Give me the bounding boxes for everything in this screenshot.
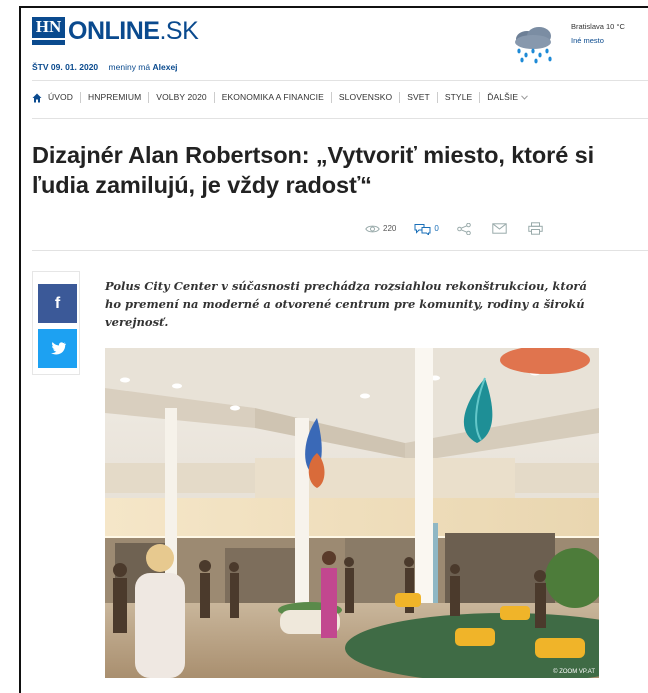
- comments-icon: [414, 223, 431, 235]
- printer-icon: [528, 222, 543, 235]
- logo-mark: HN: [32, 17, 65, 45]
- article-stats: 220 0: [365, 222, 564, 235]
- twitter-share-button[interactable]: [38, 329, 77, 368]
- dateline: ŠTV 09. 01. 2020 meniny má Alexej: [32, 62, 178, 72]
- article-lead: Polus City Center v súčasnosti prechádza…: [105, 279, 587, 329]
- eye-icon: [365, 225, 380, 232]
- nav-item-dalsie[interactable]: ĎALŠIE: [479, 92, 535, 103]
- comments-count[interactable]: 0: [414, 223, 439, 235]
- views-count: 220: [365, 224, 396, 234]
- print-button[interactable]: [528, 222, 546, 235]
- nameday-prefix: meniny má: [108, 62, 151, 72]
- logo-tld: .SK: [159, 17, 199, 45]
- nav-item-label: ĎALŠIE: [487, 92, 519, 102]
- nav-item-label: HNPREMIUM: [87, 92, 142, 102]
- site-logo[interactable]: HN ONLINE.SK: [32, 17, 199, 45]
- logo-name: ONLINE: [68, 17, 160, 45]
- envelope-icon: [492, 223, 507, 234]
- nav-item-label: SLOVENSKO: [338, 92, 393, 102]
- nav-item-ekonomika[interactable]: EKONOMIKA A FINANCIE: [213, 92, 331, 103]
- nav-item-label: STYLE: [444, 92, 473, 102]
- logo-wordmark: ONLINE.SK: [68, 17, 199, 45]
- share-icon: [457, 222, 471, 235]
- nav-item-label: ÚVOD: [48, 92, 73, 102]
- main-nav: ÚVOD HNPREMIUM VOLBY 2020 EKONOMIKA A FI…: [32, 92, 535, 103]
- mall-interior-image: [105, 348, 599, 678]
- nav-item-svet[interactable]: SVET: [399, 92, 437, 103]
- weather-location: Bratislava 10 °C: [571, 22, 625, 31]
- header-divider: [32, 80, 648, 81]
- chevron-down-icon: [521, 95, 529, 100]
- share-button[interactable]: [457, 222, 474, 235]
- nav-item-hnpremium[interactable]: HNPREMIUM: [79, 92, 148, 103]
- nav-item-label: VOLBY 2020: [156, 92, 207, 102]
- page-frame: HN ONLINE.SK ŠTV 09. 01. 2020 meniny má …: [19, 6, 648, 693]
- nav-item-label: SVET: [407, 92, 430, 102]
- home-icon: [32, 93, 42, 102]
- nav-item-volby-2020[interactable]: VOLBY 2020: [148, 92, 213, 103]
- article-headline: Dizajnér Alan Robertson: „Vytvoriť miest…: [32, 142, 595, 198]
- article-photo[interactable]: © ZOOM VP.AT: [105, 348, 599, 678]
- twitter-bird-icon: [50, 342, 66, 355]
- weather-widget[interactable]: Bratislava 10 °C Iné mesto: [509, 20, 648, 66]
- email-button[interactable]: [492, 223, 510, 234]
- views-value: 220: [383, 224, 397, 233]
- nameday-name: Alexej: [152, 62, 178, 72]
- nav-divider: [32, 118, 648, 119]
- facebook-share-button[interactable]: f: [38, 284, 77, 323]
- nav-item-style[interactable]: STYLE: [436, 92, 479, 103]
- stats-divider: [32, 250, 648, 251]
- share-sidebar: f: [32, 271, 80, 375]
- comments-value: 0: [434, 224, 439, 233]
- current-date: ŠTV 09. 01. 2020: [32, 62, 99, 72]
- nav-item-uvod[interactable]: ÚVOD: [32, 92, 80, 103]
- nav-item-slovensko[interactable]: SLOVENSKO: [330, 92, 399, 103]
- photo-credit: © ZOOM VP.AT: [553, 669, 595, 675]
- nav-item-label: EKONOMIKA A FINANCIE: [221, 92, 324, 102]
- rain-cloud-icon: [515, 27, 552, 64]
- other-city-link[interactable]: Iné mesto: [571, 36, 604, 45]
